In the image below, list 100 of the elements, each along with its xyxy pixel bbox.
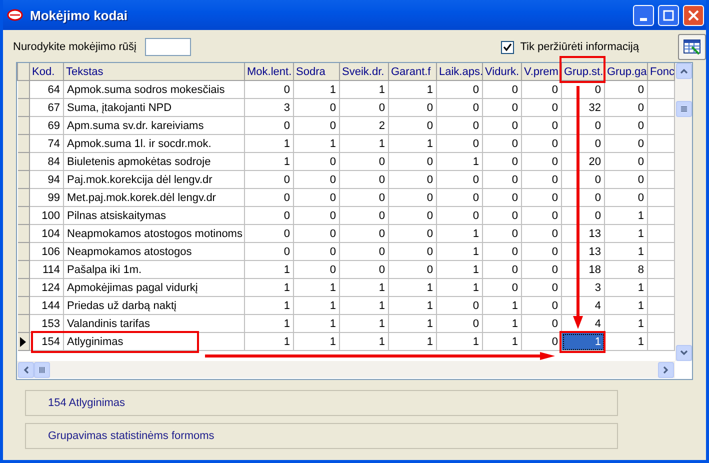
table-cell: Apm.suma sv.dr. kareiviams — [64, 116, 244, 134]
table-cell: 0 — [482, 134, 522, 152]
column-header[interactable]: Sveik.dr. — [340, 63, 388, 80]
table-cell: 1 — [604, 206, 648, 224]
table-cell: 84 — [30, 152, 64, 170]
table-cell: 0 — [522, 188, 562, 206]
column-header[interactable]: Sodra — [294, 63, 340, 80]
table-cell: 1 — [388, 278, 436, 296]
table-cell: 0 — [604, 152, 648, 170]
horizontal-scrollbar[interactable] — [17, 361, 675, 378]
table-cell: 0 — [604, 170, 648, 188]
grip-icon — [680, 105, 688, 113]
table-cell: 1 — [294, 332, 340, 350]
table-cell: 1 — [340, 278, 388, 296]
table-cell: 1 — [388, 332, 436, 350]
table-cell: 0 — [522, 98, 562, 116]
view-only-label: Tik peržiūrėti informaciją — [520, 41, 639, 53]
table-cell: 1 — [604, 278, 648, 296]
caret-down-icon — [680, 349, 688, 357]
table-cell: 1 — [244, 314, 294, 332]
table-cell: 1 — [244, 152, 294, 170]
table-cell: 0 — [388, 260, 436, 278]
table-cell: 0 — [340, 260, 388, 278]
scroll-down-button[interactable] — [676, 345, 692, 361]
column-header[interactable]: Tekstas — [64, 63, 244, 80]
table-cell: Neapmokamos atostogos — [64, 242, 244, 260]
column-header[interactable]: V.prem — [522, 63, 562, 80]
table-cell: 0 — [436, 134, 482, 152]
scroll-thumb[interactable] — [676, 101, 692, 117]
table-cell: 8 — [604, 260, 648, 278]
table-cell: 0 — [388, 242, 436, 260]
table-cell: 1 — [482, 332, 522, 350]
table-cell: 1 — [604, 332, 648, 350]
table-cell: 0 — [388, 152, 436, 170]
table-cell: 0 — [244, 170, 294, 188]
vertical-scrollbar[interactable] — [675, 63, 692, 361]
scroll-right-button[interactable] — [658, 362, 674, 378]
table-cell: 0 — [294, 116, 340, 134]
close-button[interactable] — [683, 4, 704, 26]
view-only-checkbox[interactable] — [501, 40, 514, 54]
column-header[interactable]: Garant.f — [388, 63, 436, 80]
table-cell: 0 — [482, 116, 522, 134]
table-cell: 114 — [30, 260, 64, 278]
table-cell: 0 — [244, 242, 294, 260]
info-text: 154 Atlyginimas — [48, 397, 126, 409]
maximize-button[interactable] — [658, 4, 679, 26]
table-cell: 94 — [30, 170, 64, 188]
filter-label: Nurodykite mokėjimo rūšį — [13, 41, 136, 53]
table-cell: 1 — [388, 314, 436, 332]
table-cell: 0 — [340, 206, 388, 224]
table-export-button[interactable] — [678, 34, 706, 60]
caret-up-icon — [680, 67, 688, 75]
table-cell: 1 — [436, 260, 482, 278]
table-cell: 0 — [482, 188, 522, 206]
table-cell: 1 — [340, 80, 388, 98]
table-cell: 1 — [294, 296, 340, 314]
table-cell: 0 — [244, 224, 294, 242]
table-cell: 0 — [522, 170, 562, 188]
table-cell: 0 — [522, 134, 562, 152]
table-cell: 0 — [294, 242, 340, 260]
column-header[interactable]: Vidurk. — [482, 63, 522, 80]
table-cell: 1 — [604, 242, 648, 260]
table-cell: 0 — [522, 206, 562, 224]
table-cell: 1 — [244, 296, 294, 314]
caret-right-icon — [662, 366, 670, 374]
table-cell: 0 — [482, 224, 522, 242]
window-title: Mokėjimo kodai — [30, 8, 129, 22]
table-cell: Pašalpa iki 1m. — [64, 260, 244, 278]
table-cell: 1 — [604, 224, 648, 242]
scroll-left-button[interactable] — [18, 362, 34, 378]
table-cell: 124 — [30, 278, 64, 296]
table-cell: Suma, įtakojanti NPD — [64, 98, 244, 116]
column-header[interactable]: Mok.lent. — [244, 63, 294, 80]
table-cell: 0 — [604, 116, 648, 134]
table-cell: 0 — [436, 206, 482, 224]
table-cell: Valandinis tarifas — [64, 314, 244, 332]
table-cell: 0 — [294, 98, 340, 116]
table-cell: 104 — [30, 224, 64, 242]
column-header[interactable]: Kod. — [30, 63, 64, 80]
table-cell: 2 — [340, 116, 388, 134]
table-cell: 100 — [30, 206, 64, 224]
table-cell: 1 — [436, 152, 482, 170]
table-cell: Apmokėjimas pagal vidurkį — [64, 278, 244, 296]
table-cell: 0 — [522, 224, 562, 242]
payment-type-field[interactable] — [145, 38, 192, 56]
column-header[interactable]: Grup.st. — [562, 63, 604, 80]
table-cell: 0 — [482, 170, 522, 188]
scroll-up-button[interactable] — [676, 63, 692, 79]
caret-left-icon — [22, 366, 30, 374]
table-cell: 0 — [294, 170, 340, 188]
scroll-thumb[interactable] — [34, 362, 50, 378]
table-cell: 0 — [482, 152, 522, 170]
table-cell: 0 — [604, 98, 648, 116]
column-header[interactable]: Grup.ga — [604, 63, 648, 80]
table-cell: 67 — [30, 98, 64, 116]
table-cell: Atlyginimas — [64, 332, 244, 350]
table-cell: Priedas už darbą naktį — [64, 296, 244, 314]
minimize-button[interactable] — [633, 4, 654, 26]
table-cell: 1 — [340, 332, 388, 350]
info-text: Grupavimas statistinėms formoms — [48, 430, 214, 442]
